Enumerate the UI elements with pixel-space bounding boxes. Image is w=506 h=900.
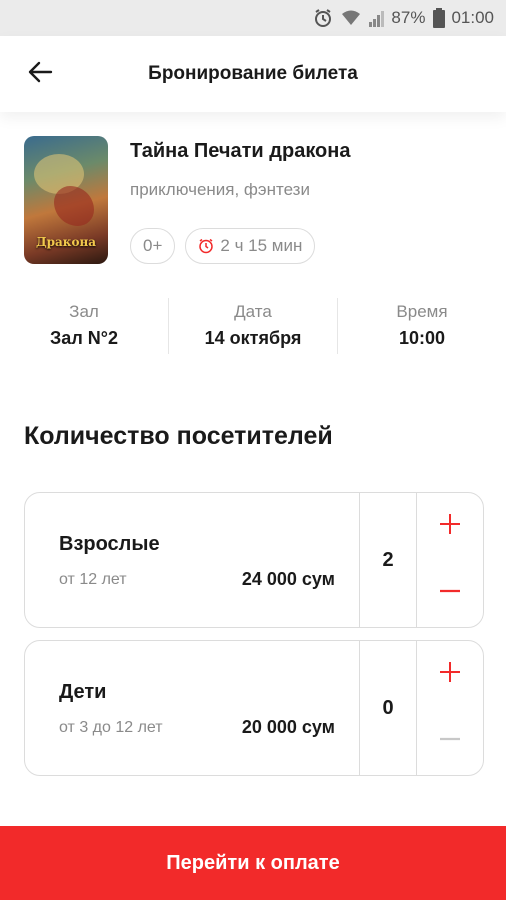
minus-icon: [439, 728, 461, 755]
movie-title: Тайна Печати дракона: [130, 140, 351, 162]
duration-label: 2 ч 15 мин: [220, 236, 303, 255]
ticket-price: 20 000 сум: [241, 717, 335, 737]
hall-info: Зал Зал N°2: [0, 298, 168, 354]
ticket-age: от 3 до 12 лет: [59, 719, 163, 736]
hall-label: Зал: [69, 302, 99, 321]
increment-children-button[interactable]: [417, 641, 483, 708]
ticket-name: Взрослые: [59, 533, 160, 555]
clock-time: 01:00: [451, 8, 494, 27]
ticket-count: 0: [359, 641, 417, 775]
decrement-adults-button[interactable]: [417, 560, 483, 627]
battery-icon: [433, 8, 446, 28]
poster-title: Дракона: [35, 235, 97, 249]
session-info: Зал Зал N°2 Дата 14 октября Время 10:00: [0, 298, 506, 354]
date-value: 14 октября: [204, 328, 302, 348]
ticket-count: 2: [359, 493, 417, 627]
date-label: Дата: [234, 302, 272, 321]
status-bar: 87% 01:00: [0, 0, 506, 36]
time-label: Время: [396, 302, 448, 321]
movie-genre: приключения, фэнтези: [130, 180, 310, 199]
battery-percent: 87%: [391, 8, 426, 27]
plus-icon: [439, 661, 461, 688]
clock-icon: [198, 238, 214, 254]
app-bar: Бронирование билета: [0, 36, 506, 112]
ticket-children: Дети от 3 до 12 лет 20 000 сум 0: [24, 640, 484, 776]
movie-poster: Дракона: [24, 136, 108, 264]
movie-info: Дракона Тайна Печати дракона приключения…: [24, 136, 486, 266]
alarm-icon: [313, 8, 333, 28]
duration-chip: 2 ч 15 мин: [185, 228, 316, 264]
minus-icon: [439, 580, 461, 607]
age-rating-label: 0+: [143, 236, 163, 255]
wifi-icon: [341, 9, 361, 27]
decrement-children-button[interactable]: [417, 708, 483, 775]
plus-icon: [439, 513, 461, 540]
hall-value: Зал N°2: [50, 328, 118, 348]
time-info: Время 10:00: [337, 298, 506, 354]
proceed-to-payment-button[interactable]: Перейти к оплате: [0, 826, 506, 900]
visitors-title: Количество посетителей: [24, 422, 333, 450]
increment-adults-button[interactable]: [417, 493, 483, 560]
arrow-left-icon: [27, 61, 53, 88]
age-rating-chip: 0+: [130, 228, 176, 264]
time-value: 10:00: [398, 328, 446, 348]
signal-icon: [369, 9, 385, 27]
ticket-adults: Взрослые от 12 лет 24 000 сум 2: [24, 492, 484, 628]
back-button[interactable]: [0, 36, 80, 112]
ticket-age: от 12 лет: [59, 571, 127, 588]
date-info: Дата 14 октября: [168, 298, 337, 354]
ticket-price: 24 000 сум: [241, 569, 335, 589]
ticket-name: Дети: [59, 681, 107, 703]
